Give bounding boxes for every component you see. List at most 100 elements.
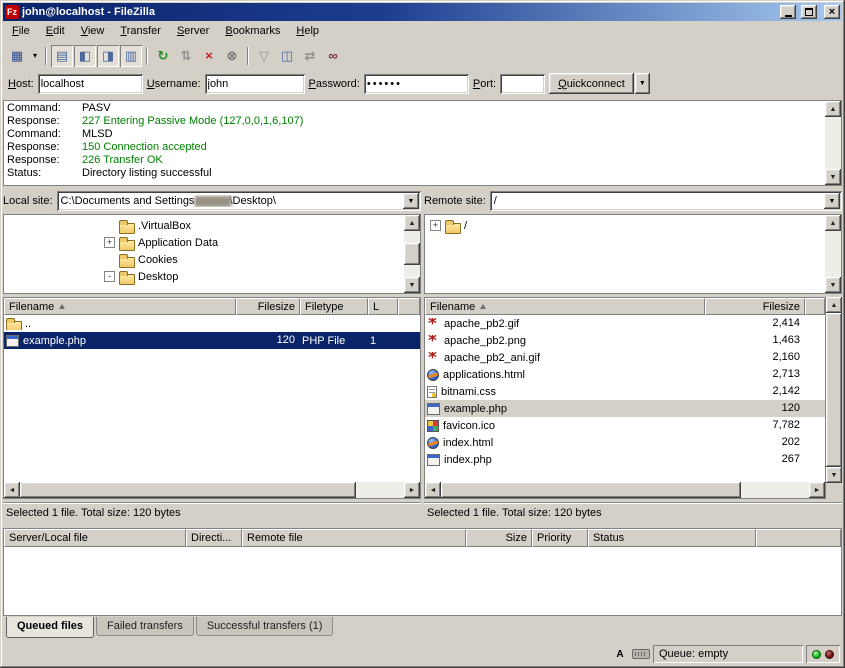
remote-file-row-index-html[interactable]: index.html202 <box>425 434 825 451</box>
image-icon <box>427 352 440 364</box>
scroll-track[interactable] <box>825 231 841 277</box>
filezilla-app-icon[interactable]: Fz <box>5 5 19 19</box>
column-header-remote-file[interactable]: Remote file <box>242 529 466 547</box>
scroll-track[interactable] <box>356 482 404 498</box>
remote-file-row-favicon-ico[interactable]: favicon.ico7,782 <box>425 417 825 434</box>
scroll-track[interactable] <box>404 265 420 277</box>
expand-icon[interactable]: + <box>430 220 441 231</box>
expand-icon[interactable]: + <box>104 237 115 248</box>
scroll-up-icon[interactable]: ▲ <box>826 297 842 313</box>
menu-item-edit[interactable]: Edit <box>38 22 73 41</box>
scroll-track[interactable] <box>825 117 841 169</box>
scroll-right-icon[interactable]: ► <box>404 482 420 498</box>
remote-vscrollbar[interactable]: ▲ ▼ <box>826 297 842 499</box>
titlebar[interactable]: Fz john@localhost - FileZilla × <box>3 3 842 21</box>
column-header-filename[interactable]: Filename <box>4 298 236 315</box>
tab-successful-transfers-1[interactable]: Successful transfers (1) <box>196 617 334 636</box>
compare-icon[interactable]: ◫ <box>276 45 298 67</box>
quickconnect-dropdown-button[interactable]: ▼ <box>635 73 650 94</box>
tab-queued-files[interactable]: Queued files <box>6 617 94 638</box>
column-header-filetype[interactable]: Filetype <box>300 298 368 315</box>
scroll-down-icon[interactable]: ▼ <box>825 277 841 293</box>
remote-file-row-apache-pb2-gif[interactable]: apache_pb2.gif2,414 <box>425 315 825 332</box>
filename-cell: .. <box>4 318 236 330</box>
remote-file-row-applications-html[interactable]: applications.html2,713 <box>425 366 825 383</box>
scroll-up-icon[interactable]: ▲ <box>825 215 841 231</box>
scroll-thumb[interactable] <box>826 313 842 467</box>
local-site-dropdown-button[interactable]: ▼ <box>403 193 419 209</box>
scroll-up-icon[interactable]: ▲ <box>825 101 841 117</box>
scroll-track[interactable] <box>404 231 420 243</box>
scroll-left-icon[interactable]: ◄ <box>4 482 20 498</box>
local-file-row-example-php[interactable]: example.php120PHP File1 <box>4 332 420 349</box>
toggle-queue-icon[interactable]: ▥ <box>120 45 142 67</box>
css-icon <box>427 386 437 398</box>
menu-item-transfer[interactable]: Transfer <box>112 22 169 41</box>
column-header-filesize[interactable]: Filesize <box>236 298 300 315</box>
site-manager-icon[interactable]: ▦ <box>6 45 28 67</box>
toolbar-separator <box>45 47 47 65</box>
tree-item-cookies[interactable]: Cookies <box>4 251 404 268</box>
local-hscrollbar[interactable]: ◄ ► <box>4 482 420 498</box>
quickconnect-button[interactable]: Quickconnect <box>549 73 634 94</box>
cancel-icon[interactable]: × <box>198 45 220 67</box>
host-input[interactable] <box>38 74 143 94</box>
menu-item-file[interactable]: File <box>4 22 38 41</box>
collapse-icon[interactable]: - <box>104 271 115 282</box>
remote-site-combo[interactable]: / ▼ <box>490 191 842 211</box>
username-input[interactable] <box>205 74 305 94</box>
tree-item-application-data[interactable]: +Application Data <box>4 234 404 251</box>
column-header-status[interactable]: Status <box>588 529 756 547</box>
scroll-up-icon[interactable]: ▲ <box>404 215 420 231</box>
disconnect-icon[interactable]: ⊗ <box>221 45 243 67</box>
toggle-log-icon[interactable]: ▤ <box>51 45 73 67</box>
remote-file-row-apache-pb2-png[interactable]: apache_pb2.png1,463 <box>425 332 825 349</box>
scroll-left-icon[interactable]: ◄ <box>425 482 441 498</box>
filename-cell: index.php <box>425 454 705 466</box>
scroll-down-icon[interactable]: ▼ <box>826 467 842 483</box>
remote-file-row-apache-pb2-ani-gif[interactable]: apache_pb2_ani.gif2,160 <box>425 349 825 366</box>
sitemanager-dropdown-icon[interactable]: ▾ <box>29 45 41 67</box>
column-header-priority[interactable]: Priority <box>532 529 588 547</box>
scroll-thumb[interactable] <box>441 482 741 498</box>
scroll-right-icon[interactable]: ► <box>809 482 825 498</box>
menu-item-bookmarks[interactable]: Bookmarks <box>217 22 288 41</box>
column-header-l[interactable]: L <box>368 298 398 315</box>
remote-file-row-index-php[interactable]: index.php267 <box>425 451 825 468</box>
column-header-filesize[interactable]: Filesize <box>705 298 805 315</box>
local-file-row-item[interactable]: .. <box>4 315 420 332</box>
scroll-thumb[interactable] <box>404 243 420 265</box>
scroll-thumb[interactable] <box>20 482 356 498</box>
maximize-button[interactable] <box>801 5 817 19</box>
remote-file-row-example-php[interactable]: example.php120 <box>425 400 825 417</box>
menu-item-server[interactable]: Server <box>169 22 217 41</box>
menu-item-help[interactable]: Help <box>288 22 327 41</box>
scroll-down-icon[interactable]: ▼ <box>825 169 841 185</box>
column-header-size[interactable]: Size <box>466 529 532 547</box>
tab-failed-transfers[interactable]: Failed transfers <box>96 617 194 636</box>
minimize-button[interactable] <box>780 5 796 19</box>
column-header-directi[interactable]: Directi... <box>186 529 242 547</box>
local-tree-scrollbar[interactable]: ▲ ▼ <box>404 215 420 293</box>
remote-hscrollbar[interactable]: ◄ ► <box>425 482 825 498</box>
log-scrollbar[interactable]: ▲ ▼ <box>825 101 841 185</box>
remote-file-row-bitnami-css[interactable]: bitnami.css2,142 <box>425 383 825 400</box>
scroll-track[interactable] <box>741 482 809 498</box>
find-icon[interactable]: ∞ <box>322 45 344 67</box>
password-input[interactable] <box>364 74 469 94</box>
remote-tree-scrollbar[interactable]: ▲ ▼ <box>825 215 841 293</box>
tree-item-desktop[interactable]: -Desktop <box>4 268 404 285</box>
remote-site-dropdown-button[interactable]: ▼ <box>824 193 840 209</box>
column-header-filename[interactable]: Filename <box>425 298 705 315</box>
toggle-remote-tree-icon[interactable]: ◨ <box>97 45 119 67</box>
menu-item-view[interactable]: View <box>73 22 113 41</box>
refresh-icon[interactable]: ↻ <box>152 45 174 67</box>
close-button[interactable]: × <box>824 5 840 19</box>
column-header-server-local-file[interactable]: Server/Local file <box>4 529 186 547</box>
port-input[interactable] <box>500 74 545 94</box>
tree-item-virtualbox[interactable]: .VirtualBox <box>4 217 404 234</box>
local-site-combo[interactable]: C:\Documents and Settings████████\Deskto… <box>57 191 421 211</box>
scroll-down-icon[interactable]: ▼ <box>404 277 420 293</box>
tree-item-item[interactable]: +/ <box>425 217 825 234</box>
toggle-local-tree-icon[interactable]: ◧ <box>74 45 96 67</box>
